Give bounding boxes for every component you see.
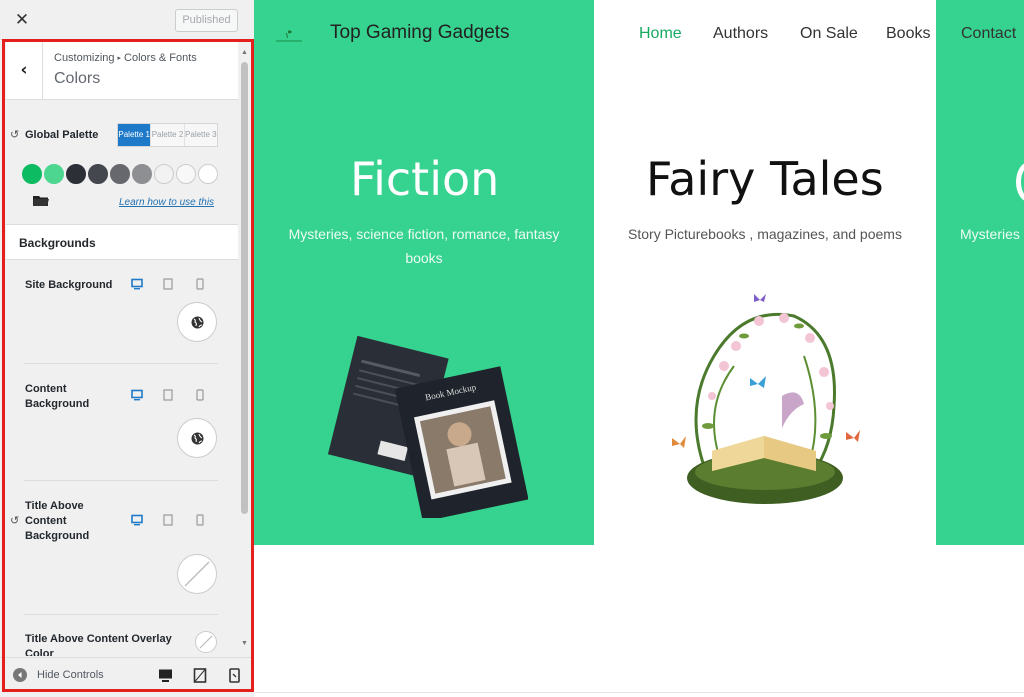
palette-tabs: Palette 1 Palette 2 Palette 3 <box>117 123 218 147</box>
mobile-icon[interactable] <box>194 514 206 526</box>
nav-home[interactable]: Home <box>639 25 682 43</box>
desktop-preview-icon[interactable] <box>158 668 173 683</box>
chevron-left-icon: ‹ <box>20 60 28 80</box>
site-logo[interactable] <box>274 29 304 45</box>
customizer-header: ✕ Published <box>0 0 254 40</box>
divider <box>24 614 218 615</box>
divider <box>24 480 218 481</box>
breadcrumb-separator-icon: ▸ <box>117 55 122 62</box>
fairy-tales-subtitle: Story Picturebooks , magazines, and poem… <box>628 226 902 242</box>
breadcrumb: Customizing ▸ Colors & Fonts <box>54 52 197 64</box>
swatch-4[interactable] <box>88 164 108 184</box>
panel-header: ‹ Customizing ▸ Colors & Fonts Colors <box>6 42 238 100</box>
swatch-2[interactable] <box>44 164 64 184</box>
fiction-title: Fiction <box>350 152 500 206</box>
divider <box>24 363 218 364</box>
third-card-subtitle: Mysteries <box>960 226 1020 242</box>
third-card[interactable] <box>936 0 1024 545</box>
customizer-window: ✕ Published ‹ Customizing ▸ Colors & Fonts… <box>0 0 1024 697</box>
customizer-sidebar: ✕ Published ‹ Customizing ▸ Colors & Fonts… <box>0 0 254 697</box>
breadcrumb-parent: Colors & Fonts <box>124 52 197 64</box>
scrollbar-thumb[interactable] <box>241 62 248 514</box>
tab-palette-2[interactable]: Palette 2 <box>151 124 185 146</box>
divider <box>254 692 1024 693</box>
nav-on-sale[interactable]: On Sale <box>800 25 858 43</box>
site-background-picker[interactable] <box>177 302 217 342</box>
published-button[interactable]: Published <box>175 9 238 32</box>
backgrounds-section-title: Backgrounds <box>19 236 96 250</box>
panel-title: Colors <box>54 70 101 87</box>
fiction-subtitle: Mysteries, science fiction, romance, fan… <box>288 226 560 266</box>
site-background-label: Site Background <box>25 279 113 291</box>
mobile-icon[interactable] <box>194 389 206 401</box>
fairy-book-image <box>672 294 860 504</box>
title-above-content-background-label: Title Above Content Background <box>25 500 90 542</box>
tablet-icon[interactable] <box>162 514 174 526</box>
learn-how-link[interactable]: Learn how to use this <box>119 197 214 208</box>
tab-palette-1[interactable]: Palette 1 <box>118 124 152 146</box>
no-color-icon <box>199 635 213 649</box>
tab-palette-3[interactable]: Palette 3 <box>185 124 217 146</box>
reset-icon[interactable]: ↺ <box>10 514 19 527</box>
globe-icon <box>191 316 204 329</box>
swatch-6[interactable] <box>132 164 152 184</box>
swatch-1[interactable] <box>22 164 42 184</box>
content-background-picker[interactable] <box>177 418 217 458</box>
close-icon[interactable]: ✕ <box>8 9 36 31</box>
global-palette-label: Global Palette <box>25 129 99 141</box>
panel-scrollbar[interactable]: ▲ ▼ <box>240 49 249 650</box>
nav-contact[interactable]: Contact <box>961 25 1016 43</box>
no-color-icon <box>184 561 210 587</box>
swatch-5[interactable] <box>110 164 130 184</box>
backgrounds-section-header: Backgrounds <box>6 224 238 260</box>
desktop-icon[interactable] <box>131 389 143 401</box>
mobile-icon[interactable] <box>194 278 206 290</box>
swatch-8[interactable] <box>176 164 196 184</box>
desktop-icon[interactable] <box>131 278 143 290</box>
swatch-3[interactable] <box>66 164 86 184</box>
breadcrumb-root: Customizing <box>54 52 115 64</box>
fairy-tales-title: Fairy Tales <box>646 152 884 206</box>
swatch-9[interactable] <box>198 164 218 184</box>
content-background-label: Content Background <box>25 383 90 410</box>
scroll-down-icon[interactable]: ▼ <box>241 640 248 647</box>
scroll-up-icon[interactable]: ▲ <box>241 49 248 56</box>
globe-icon <box>191 432 204 445</box>
title-above-content-background-picker[interactable] <box>177 554 217 594</box>
nav-books[interactable]: Books <box>886 25 930 43</box>
tablet-preview-icon[interactable] <box>193 668 207 683</box>
site-title[interactable]: Top Gaming Gadgets <box>330 22 510 44</box>
third-card-title-fragment <box>1016 152 1024 210</box>
title-above-content-overlay-label: Title Above Content Overlay Color <box>25 633 172 656</box>
desktop-icon[interactable] <box>131 514 143 526</box>
folder-icon[interactable] <box>33 195 49 207</box>
book-image: Book Mockup <box>327 336 528 518</box>
reset-icon[interactable]: ↺ <box>10 128 19 141</box>
hide-controls-icon[interactable] <box>13 668 27 682</box>
tablet-icon[interactable] <box>162 278 174 290</box>
swatch-7[interactable] <box>154 164 174 184</box>
back-button[interactable]: ‹ <box>6 42 43 100</box>
customizer-footer: Hide Controls <box>0 657 254 697</box>
hide-controls-button[interactable]: Hide Controls <box>37 669 104 681</box>
overlay-color-picker[interactable] <box>195 631 217 653</box>
mobile-preview-icon[interactable] <box>229 668 240 683</box>
tablet-icon[interactable] <box>162 389 174 401</box>
nav-authors[interactable]: Authors <box>713 25 768 43</box>
